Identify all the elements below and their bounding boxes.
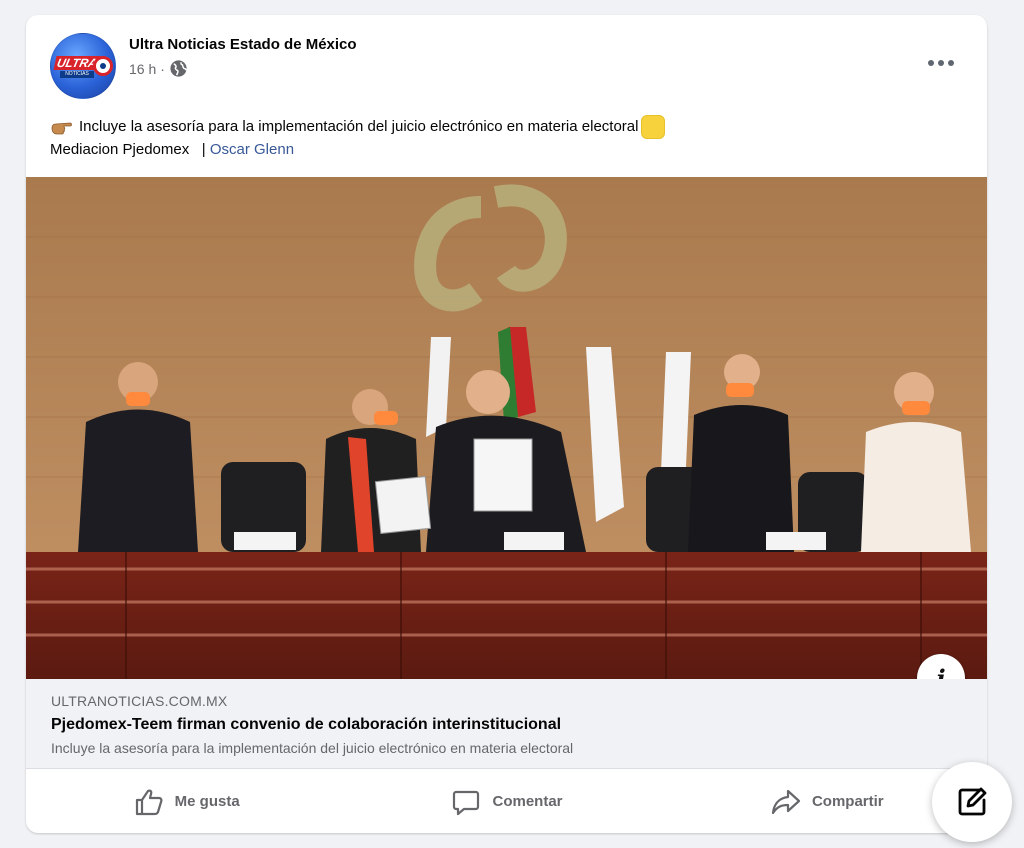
compose-message-button[interactable] (932, 762, 1012, 842)
post-message: Incluye la asesoría para la implementaci… (50, 115, 950, 161)
share-icon (771, 789, 801, 814)
more-dots-icon (928, 60, 934, 66)
globe-icon[interactable] (169, 59, 188, 78)
yellow-square-emoji (641, 115, 666, 139)
mention-oscar-glenn[interactable]: Oscar Glenn (210, 141, 294, 158)
post-photo[interactable] (26, 177, 987, 679)
share-label: Compartir (811, 793, 884, 810)
page-name-link[interactable]: Ultra Noticias Estado de México (129, 36, 357, 53)
post-card: ULTRA NOTICIAS Ultra Noticias Estado de … (26, 15, 987, 833)
mention-separator: | (201, 141, 206, 158)
more-options-button[interactable] (923, 49, 959, 77)
page-avatar[interactable]: ULTRA NOTICIAS (50, 33, 116, 99)
photo-signing-ceremony (26, 177, 987, 679)
avatar-logo-eye-icon (93, 56, 113, 76)
like-label: Me gusta (174, 793, 240, 810)
comment-icon (453, 790, 480, 815)
avatar-logo-subtext: NOTICIAS (60, 71, 94, 78)
post-text-line1: Incluye la asesoría para la implementaci… (79, 118, 639, 135)
link-preview[interactable]: ULTRANOTICIAS.COM.MX Pjedomex-Teem firma… (26, 679, 987, 769)
link-domain: ULTRANOTICIAS.COM.MX (51, 693, 228, 709)
post-timestamp[interactable]: 16 h (129, 61, 156, 77)
pointing-hand-icon (51, 122, 72, 135)
comment-button[interactable]: Comentar (346, 770, 666, 833)
post-meta: 16 h · (129, 59, 188, 78)
meta-separator: · (160, 60, 165, 77)
link-title: Pjedomex-Teem firman convenio de colabor… (51, 716, 562, 733)
compose-icon (958, 787, 987, 816)
link-description: Incluye la asesoría para la implementaci… (51, 740, 574, 756)
post-text-line2: Mediacion Pjedomex (50, 141, 190, 158)
comment-label: Comentar (492, 793, 563, 810)
like-button[interactable]: Me gusta (26, 770, 346, 833)
post-actions-bar: Me gusta Comentar Compartir (26, 770, 987, 833)
thumbs-up-icon (135, 789, 163, 815)
